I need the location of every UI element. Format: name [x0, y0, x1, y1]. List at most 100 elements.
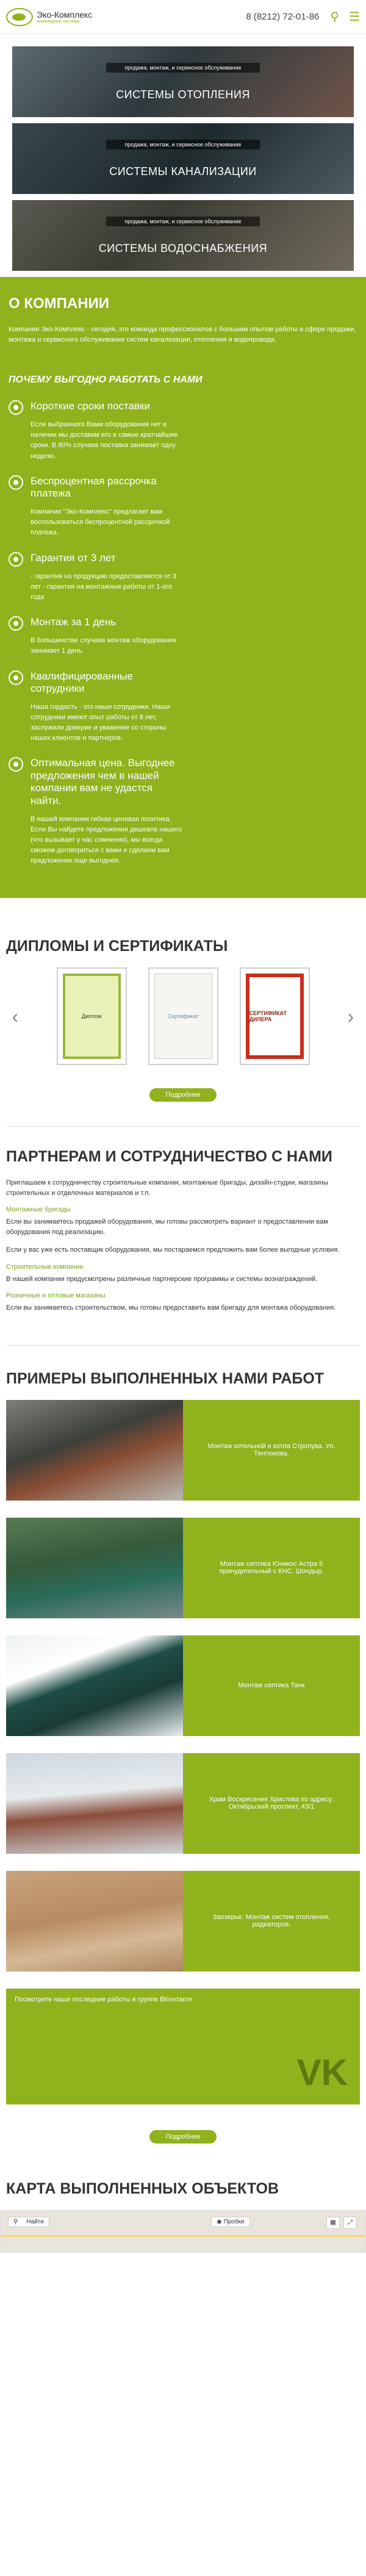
banner-title: СИСТЕМЫ ОТОПЛЕНИЯ: [116, 88, 250, 101]
partners-group-heading: Монтажные бригады: [6, 1206, 71, 1214]
work-photo: [6, 1635, 183, 1736]
why-item-delivery: Короткие сроки поставки Если выбранного …: [9, 400, 357, 462]
logo[interactable]: Эко-Комплекс инженерные системы: [6, 7, 93, 26]
map-title: КАРТА ВЫПОЛНЕННЫХ ОБЪЕКТОВ: [6, 2180, 279, 2197]
shield-icon: [9, 551, 23, 567]
certificate-label: Сертификат: [154, 974, 212, 1060]
site-header: Эко-Комплекс инженерные системы 8 (8212)…: [0, 0, 366, 34]
why-item-title: Квалифицированные сотрудники: [30, 670, 133, 694]
why-item-title: Монтаж за 1 день: [30, 616, 117, 628]
partners-intro: Приглашаем к сотрудничеству строительные…: [6, 1179, 328, 1197]
works-more-button[interactable]: Подробнее: [149, 2129, 217, 2144]
about-text: Компания Эко-Комплекс - сегодня, это ком…: [9, 326, 356, 343]
why-item-title: Гарантия от 3 лет: [30, 551, 116, 564]
map-search-button[interactable]: ⚲ Найти: [8, 2216, 49, 2227]
why-item-warranty: Гарантия от 3 лет - гарантия на продукци…: [9, 551, 357, 603]
work-item[interactable]: Заозерье. Монтаж систем отопления, радиа…: [6, 1870, 360, 1971]
map[interactable]: ⚲ Найти ◉ Пробки ▦ ⤢: [0, 2209, 366, 2253]
vk-logo-icon: VK: [296, 2051, 348, 2093]
work-caption: Заозерье. Монтаж систем отопления, радиа…: [183, 1870, 360, 1971]
why-item-title: Оптимальная цена. Выгоднее предложения ч…: [30, 757, 175, 806]
why-item-staff: Квалифицированные сотрудники Наша гордос…: [9, 670, 357, 744]
user-icon: [9, 670, 23, 685]
work-caption: Монтаж септика Юникос Астра 5 принудител…: [183, 1517, 360, 1618]
wrench-icon: [9, 616, 23, 631]
traffic-icon: ◉: [217, 2218, 224, 2225]
search-icon: ⚲: [13, 2218, 18, 2225]
certificate-card[interactable]: Сертификат: [148, 967, 218, 1066]
partners-group-heading: Строительные компании: [6, 1263, 84, 1271]
next-arrow-icon[interactable]: ›: [342, 1005, 360, 1028]
diplomas-more-button[interactable]: Подробнее: [149, 1088, 217, 1102]
work-item[interactable]: Монтаж септика Юникос Астра 5 принудител…: [6, 1517, 360, 1618]
search-icon[interactable]: ⚲: [330, 9, 339, 24]
why-title: ПОЧЕМУ ВЫГОДНО РАБОТАТЬ С НАМИ: [9, 375, 203, 385]
work-item[interactable]: Храм Воскресения Христова по адресу: Окт…: [6, 1753, 360, 1854]
why-item-title: Беспроцентная рассрочка платежа: [30, 475, 157, 499]
prev-arrow-icon[interactable]: ‹: [6, 1005, 24, 1028]
why-item-text: Компания "Эко-Комплекс" предлагает вам в…: [30, 508, 170, 537]
why-item-text: Наша гордость - это наши сотрудники. Наш…: [30, 703, 170, 742]
logo-mark: [6, 7, 33, 26]
work-caption: Храм Воскресения Христова по адресу: Окт…: [183, 1753, 360, 1854]
banner-subtitle: продажа, монтаж, и сервисное обслуживани…: [106, 62, 260, 73]
logo-tagline: инженерные системы: [37, 20, 80, 24]
work-caption: Монтаж септика Танк: [183, 1635, 360, 1736]
why-item-installments: Беспроцентная рассрочка платежа Компания…: [9, 475, 357, 539]
partners-group-text: Если вы занимаетесь строительством, мы г…: [6, 1304, 336, 1311]
why-item-title: Короткие сроки поставки: [30, 400, 151, 412]
why-item-text: - гарантия на продукцию предоставляется …: [30, 572, 177, 601]
vk-group-link[interactable]: Посмотрите наши последние работы в групп…: [6, 1988, 360, 2104]
logo-name: Эко-Комплекс: [37, 10, 93, 20]
partners-group-text: Если у вас уже есть поставщик оборудован…: [6, 1246, 340, 1254]
work-caption: Монтаж котельной и котла Стропува. Ул. Т…: [183, 1399, 360, 1501]
map-traffic-label: Пробки: [223, 2218, 245, 2225]
about-section: О компании Компания Эко-Комплекс - сегод…: [0, 277, 366, 362]
tag-icon: [9, 757, 23, 772]
why-item-text: Если выбранного Вами оборудования нет в …: [30, 421, 178, 460]
diplomas-title: ДИПЛОМЫ И СЕРТИФИКАТЫ: [6, 938, 228, 955]
partners-section: ПАРТНЕРАМ И СОТРУДНИЧЕСТВО С НАМИ Пригла…: [0, 1127, 366, 1344]
map-traffic-button[interactable]: ◉ Пробки: [211, 2216, 250, 2227]
work-photo: [6, 1517, 183, 1618]
work-item[interactable]: Монтаж котельной и котла Стропува. Ул. Т…: [6, 1399, 360, 1501]
partners-group-text: В нашей компании предусмотрены различные…: [6, 1275, 318, 1283]
banner-title: СИСТЕМЫ ВОДОСНАБЖЕНИЯ: [98, 242, 268, 254]
banner-heating[interactable]: продажа, монтаж, и сервисное обслуживани…: [12, 46, 354, 117]
why-item-price: Оптимальная цена. Выгоднее предложения ч…: [9, 757, 357, 866]
services-banners: продажа, монтаж, и сервисное обслуживани…: [0, 34, 366, 271]
partners-group-heading: Розничные и оптовые магазины: [6, 1291, 106, 1299]
work-photo: [6, 1753, 183, 1854]
map-road: [1, 2234, 365, 2237]
why-item-text: В нашей компании гибкая ценовая политика…: [30, 816, 182, 865]
percent-icon: [9, 475, 23, 490]
diplomas-section: ДИПЛОМЫ И СЕРТИФИКАТЫ ‹ Диплом Сертифика…: [0, 898, 366, 1126]
dealer-certificate-label: СЕРТИФИКАТ ДИЛЕРА: [245, 974, 304, 1060]
partners-group-text: Если вы занимаетесь продажей оборудовани…: [6, 1218, 328, 1236]
diploma-label: Диплом: [62, 974, 121, 1060]
partners-title: ПАРТНЕРАМ И СОТРУДНИЧЕСТВО С НАМИ: [6, 1148, 332, 1166]
why-us-section: ПОЧЕМУ ВЫГОДНО РАБОТАТЬ С НАМИ Короткие …: [0, 362, 366, 899]
works-title: ПРИМЕРЫ ВЫПОЛНЕННЫХ НАМИ РАБОТ: [6, 1369, 325, 1387]
banner-sewage[interactable]: продажа, монтаж, и сервисное обслуживани…: [12, 123, 354, 194]
banner-subtitle: продажа, монтаж, и сервисное обслуживани…: [106, 216, 260, 226]
map-search-label: Найти: [26, 2218, 44, 2225]
banner-title: СИСТЕМЫ КАНАЛИЗАЦИИ: [109, 165, 257, 178]
about-title: О компании: [9, 295, 110, 312]
banner-subtitle: продажа, монтаж, и сервисное обслуживани…: [106, 139, 260, 149]
map-section: КАРТА ВЫПОЛНЕННЫХ ОБЪЕКТОВ ⚲ Найти ◉ Проб…: [0, 2144, 366, 2253]
work-photo: [6, 1399, 183, 1501]
layers-icon[interactable]: ▦: [326, 2216, 340, 2229]
clock-icon: [9, 400, 23, 415]
banner-water-supply[interactable]: продажа, монтаж, и сервисное обслуживани…: [12, 200, 354, 271]
phone-link[interactable]: 8 (8212) 72-01-86: [246, 12, 319, 22]
works-section: ПРИМЕРЫ ВЫПОЛНЕННЫХ НАМИ РАБОТ Монтаж ко…: [0, 1346, 366, 2144]
vk-text: Посмотрите наши последние работы в групп…: [15, 1995, 193, 2003]
fullscreen-icon[interactable]: ⤢: [343, 2216, 357, 2229]
dealer-certificate-card[interactable]: СЕРТИФИКАТ ДИЛЕРА: [239, 967, 310, 1066]
menu-icon[interactable]: ☰: [349, 9, 360, 24]
work-photo: [6, 1870, 183, 1971]
diploma-card[interactable]: Диплом: [56, 967, 127, 1066]
work-item[interactable]: Монтаж септика Танк: [6, 1635, 360, 1736]
why-item-one-day: Монтаж за 1 день В большинстве случаев м…: [9, 616, 357, 656]
